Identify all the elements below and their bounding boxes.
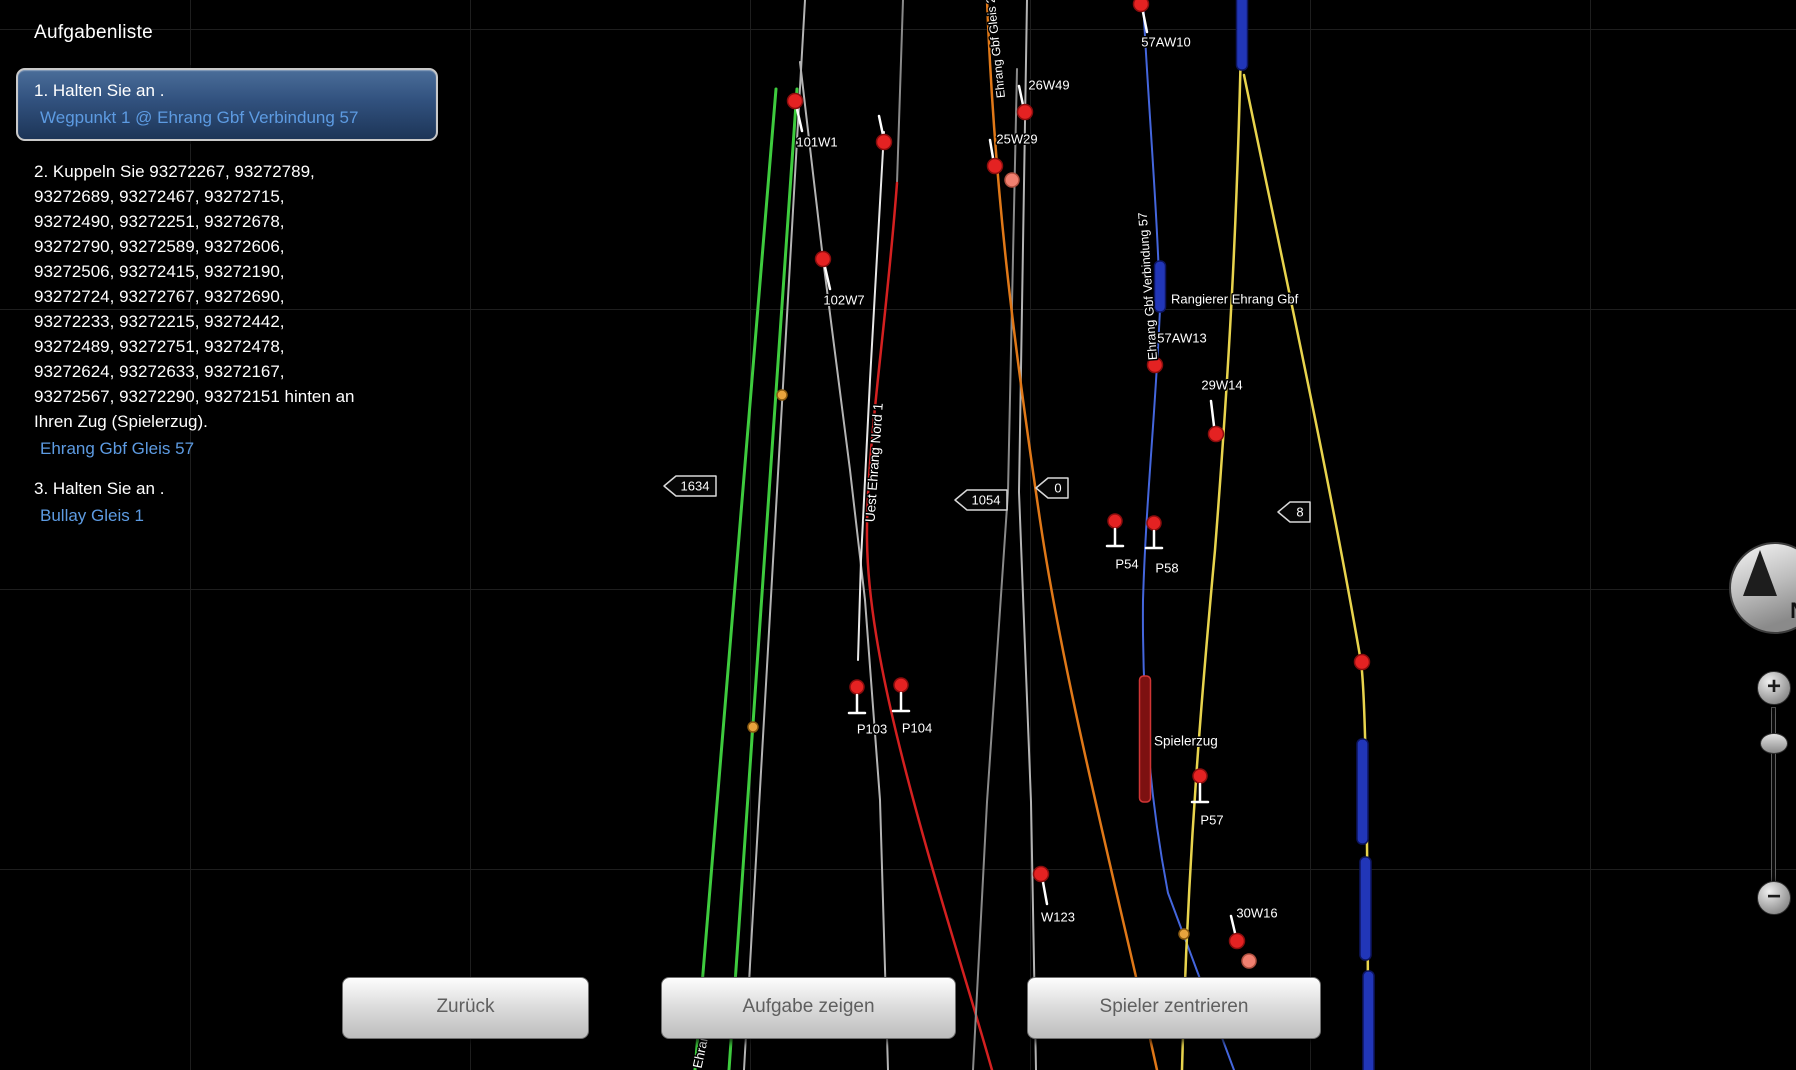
- signal-57AW10[interactable]: 57AW10: [1134, 0, 1191, 50]
- signal-label: 25W29: [996, 132, 1037, 147]
- track-gray-c2: [1019, 0, 1036, 1070]
- signal-label: W123: [1041, 910, 1075, 925]
- mileage-marker-label: 8: [1296, 505, 1303, 520]
- signal-label: P54: [1115, 557, 1138, 572]
- signal-label: 102W7: [823, 293, 864, 308]
- compass-needle-icon: [1743, 550, 1777, 596]
- ai-train-block[interactable]: [1237, 0, 1248, 70]
- signal-P54[interactable]: P54: [1107, 514, 1139, 572]
- ai-train-block[interactable]: [1357, 739, 1368, 844]
- signal-label: P103: [857, 722, 887, 737]
- mileage-marker-8: 8: [1278, 502, 1310, 522]
- task-1-text: 1. Halten Sie an .: [34, 78, 424, 103]
- junction-nodes: [748, 390, 1189, 939]
- track-yellow-2: [1244, 75, 1368, 1070]
- track-label-uest-nord: Uest Ehrang Nord 1: [863, 402, 886, 522]
- track-yellow-1: [1182, 0, 1242, 1070]
- track-gray-2: [800, 62, 888, 1070]
- task-3-waypoint-link[interactable]: Bullay Gleis 1: [40, 504, 474, 527]
- junction-dot: [777, 390, 787, 400]
- mileage-marker-1054: 1054: [955, 490, 1007, 510]
- rangierer-train-block[interactable]: [1155, 261, 1166, 312]
- mileage-marker-label: 0: [1054, 481, 1061, 496]
- back-button[interactable]: Zurück: [342, 977, 589, 1039]
- signal-label: 57AW13: [1157, 331, 1206, 346]
- track-gray-top: [897, 0, 903, 183]
- track-gray-1: [744, 0, 805, 1070]
- signal-label: P57: [1200, 813, 1223, 828]
- mileage-markers: 1634 1054 0 8: [664, 476, 1310, 522]
- task-item-2[interactable]: 2. Kuppeln Sie 93272267, 93272789, 93272…: [34, 159, 358, 460]
- task-1-waypoint-link[interactable]: Wegpunkt 1 @ Ehrang Gbf Verbindung 57: [40, 106, 424, 129]
- signal-P58[interactable]: P58: [1146, 516, 1179, 576]
- compass-north-label: N: [1790, 598, 1796, 624]
- mileage-marker-0: 0: [1036, 478, 1068, 498]
- signal-P104[interactable]: P104: [893, 678, 932, 736]
- show-task-button[interactable]: Aufgabe zeigen: [661, 977, 956, 1039]
- signal-W123[interactable]: W123: [1034, 867, 1075, 925]
- task-item-3[interactable]: 3. Halten Sie an . Bullay Gleis 1: [34, 476, 474, 527]
- signal-P103[interactable]: P103: [849, 680, 887, 737]
- signal-P57[interactable]: P57: [1192, 769, 1224, 828]
- task-2-waypoint-link[interactable]: Ehrang Gbf Gleis 57: [40, 437, 358, 460]
- task-item-1-selected[interactable]: 1. Halten Sie an . Wegpunkt 1 @ Ehrang G…: [16, 68, 438, 141]
- junction-dot: [748, 722, 758, 732]
- player-train-block[interactable]: [1140, 676, 1151, 802]
- signal-unnamed-2[interactable]: [1355, 655, 1370, 670]
- mileage-marker-1634: 1634: [664, 476, 716, 496]
- signal-29W14[interactable]: 29W14: [1201, 378, 1242, 442]
- mileage-marker-label: 1634: [681, 479, 710, 494]
- task-2-text: 2. Kuppeln Sie 93272267, 93272789, 93272…: [34, 159, 358, 434]
- signal-30W16[interactable]: 30W16: [1230, 906, 1278, 969]
- junction-dot: [1179, 929, 1189, 939]
- signal-label: 30W16: [1236, 906, 1277, 921]
- signal-102W7[interactable]: 102W7: [816, 252, 865, 308]
- zoom-in-button[interactable]: +: [1757, 671, 1791, 705]
- track-label-gleis25: Ehrang Gbf Gleis 25: [983, 0, 1008, 99]
- ai-train-block[interactable]: [1360, 857, 1371, 960]
- mileage-marker-label: 1054: [972, 493, 1001, 508]
- player-train-label: Spielerzug: [1154, 734, 1218, 749]
- track-label-rangierer: Rangierer Ehrang Gbf: [1171, 292, 1299, 307]
- signal-label: P104: [902, 721, 932, 736]
- task-panel: Aufgabenliste 1. Halten Sie an . Wegpunk…: [34, 22, 474, 527]
- ai-train-block[interactable]: [1363, 971, 1374, 1070]
- zoom-slider-handle[interactable]: [1760, 733, 1788, 754]
- task-3-text: 3. Halten Sie an .: [34, 476, 474, 501]
- signal-label: 101W1: [796, 135, 837, 150]
- page-title: Aufgabenliste: [34, 22, 474, 44]
- center-player-button[interactable]: Spieler zentrieren: [1027, 977, 1321, 1039]
- zoom-out-button[interactable]: −: [1757, 881, 1791, 915]
- signal-label: 26W49: [1028, 78, 1069, 93]
- track-gray-c1: [973, 69, 1017, 1070]
- signal-label: 29W14: [1201, 378, 1242, 393]
- signal-label: 57AW10: [1141, 35, 1190, 50]
- track-red: [867, 183, 992, 1070]
- signal-label: P58: [1155, 561, 1178, 576]
